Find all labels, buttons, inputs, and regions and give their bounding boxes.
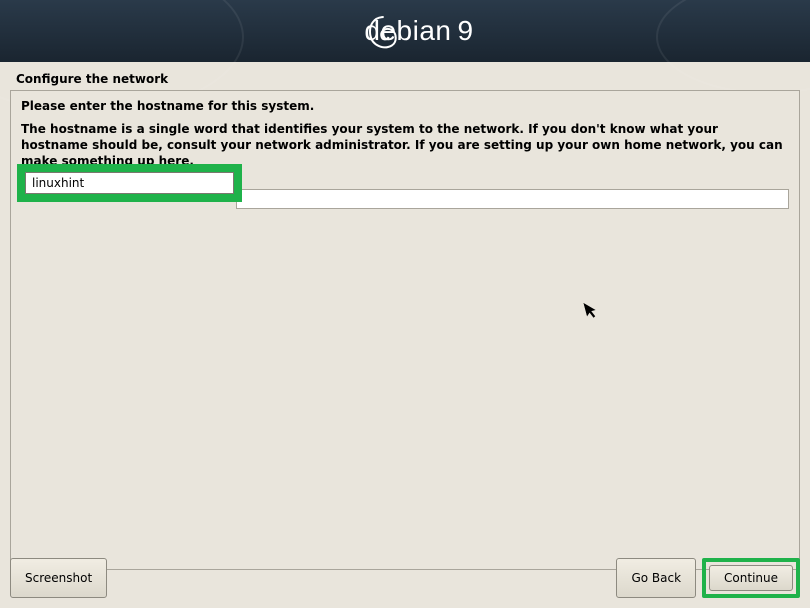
hostname-input-extension[interactable] — [236, 189, 789, 209]
continue-button[interactable]: Continue — [709, 565, 793, 591]
cursor-icon — [583, 300, 600, 324]
go-back-button[interactable]: Go Back — [616, 558, 696, 598]
brand-version: 9 — [458, 15, 474, 46]
prompt-text: Please enter the hostname for this syste… — [21, 99, 789, 113]
debian-swirl-icon — [365, 12, 399, 52]
button-bar: Screenshot Go Back Continue — [10, 558, 800, 598]
screenshot-button[interactable]: Screenshot — [10, 558, 107, 598]
hostname-highlight — [17, 164, 242, 202]
hostname-input[interactable] — [25, 172, 234, 194]
continue-highlight: Continue — [702, 558, 800, 598]
config-panel: Please enter the hostname for this syste… — [10, 90, 800, 570]
installer-header: debian9 — [0, 0, 810, 62]
spacer — [107, 558, 616, 598]
help-text: The hostname is a single word that ident… — [21, 121, 789, 170]
